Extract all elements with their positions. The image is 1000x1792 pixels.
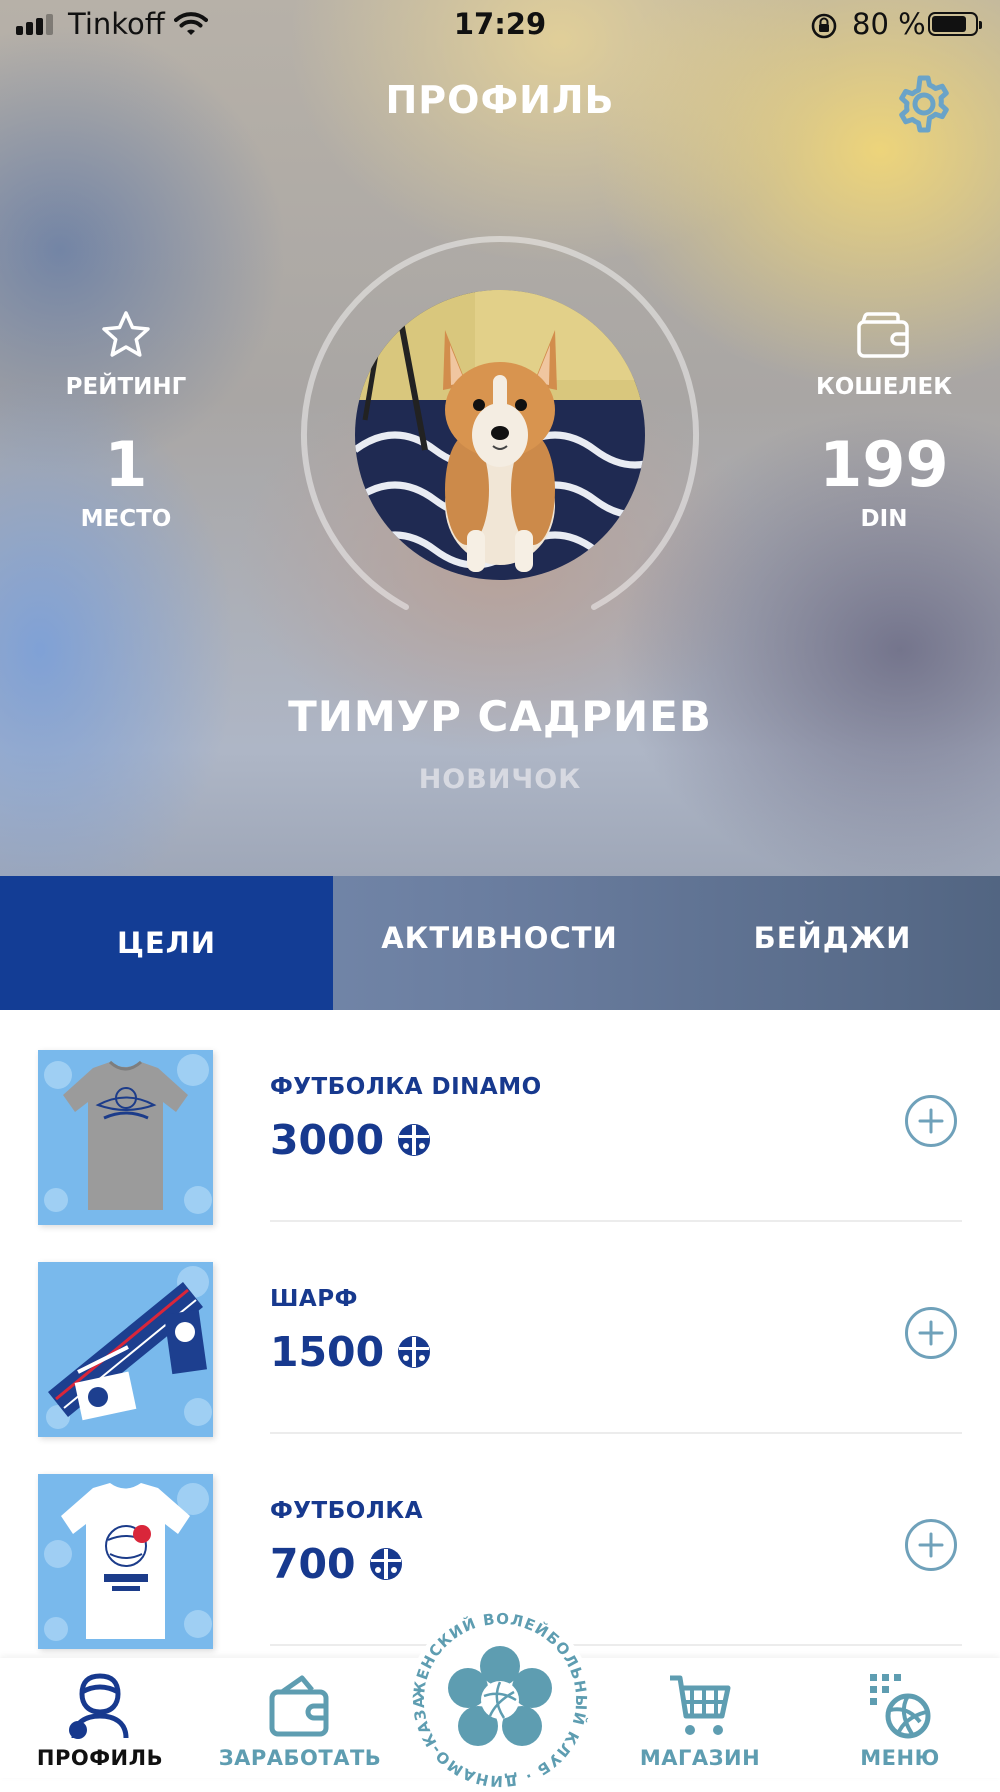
tab-goals[interactable]: ЦЕЛИ bbox=[0, 876, 333, 1010]
battery-fill bbox=[932, 16, 966, 32]
user-name: ТИМУР САДРИЕВ bbox=[288, 692, 712, 741]
clock: 17:29 bbox=[453, 7, 547, 41]
add-goal-button[interactable] bbox=[904, 1306, 958, 1360]
user-level: НОВИЧОК bbox=[418, 764, 582, 795]
goal-image-scarf bbox=[38, 1262, 213, 1437]
rating-unit: МЕСТО bbox=[80, 506, 172, 532]
din-coin-icon bbox=[398, 1336, 431, 1368]
profile-tabs: ЦЕЛИ АКТИВНОСТИ БЕЙДЖИ bbox=[0, 876, 1000, 1010]
goal-price-value: 3000 bbox=[270, 1116, 385, 1164]
nav-label: ЗАРАБОТАТЬ bbox=[218, 1746, 382, 1770]
rating-label: РЕЙТИНГ bbox=[65, 374, 187, 400]
add-goal-button[interactable] bbox=[904, 1518, 958, 1572]
wallet-block[interactable]: КОШЕЛЕК 199 DIN bbox=[774, 310, 994, 532]
goal-image-grey-tshirt bbox=[38, 1050, 213, 1225]
din-coin-icon bbox=[398, 1124, 431, 1156]
list-item[interactable]: ШАРФ 1500 bbox=[0, 1222, 1000, 1437]
goal-image-white-tshirt bbox=[38, 1474, 213, 1649]
avatar[interactable] bbox=[355, 290, 645, 580]
goal-title: ФУТБОЛКА bbox=[270, 1498, 424, 1524]
nav-label: ПРОФИЛЬ bbox=[36, 1746, 164, 1770]
rotation-lock-icon bbox=[811, 13, 837, 39]
wallet-value: 199 bbox=[819, 428, 949, 501]
goal-title: ФУТБОЛКА DINAMO bbox=[270, 1074, 542, 1100]
status-bar: Tinkoff 17:29 80 % bbox=[0, 0, 1000, 50]
din-coin-icon bbox=[369, 1548, 402, 1580]
club-logo[interactable]: ЖЕНСКИЙ ВОЛЕЙБОЛЬНЫЙ КЛУБ · ДИНАМО-КАЗАН… bbox=[408, 1608, 592, 1792]
menu-volleyball-icon bbox=[870, 1674, 931, 1739]
goal-price-value: 1500 bbox=[270, 1328, 385, 1376]
tab-activities[interactable]: АКТИВНОСТИ bbox=[333, 876, 666, 1000]
rating-block[interactable]: РЕЙТИНГ 1 МЕСТО bbox=[16, 310, 236, 532]
nav-label: МЕНЮ bbox=[860, 1746, 940, 1770]
nav-label: МАГАЗИН bbox=[639, 1746, 761, 1770]
goal-price: 3000 bbox=[270, 1116, 432, 1164]
battery-percent: 80 % bbox=[852, 7, 926, 41]
goal-price: 1500 bbox=[270, 1328, 432, 1376]
star-icon bbox=[102, 311, 150, 357]
rating-value: 1 bbox=[104, 428, 148, 501]
avatar-photo bbox=[355, 290, 645, 580]
cart-icon bbox=[670, 1675, 731, 1735]
divider bbox=[270, 1644, 962, 1646]
add-goal-button[interactable] bbox=[904, 1094, 958, 1148]
wallet-icon bbox=[857, 312, 909, 358]
goal-price-value: 700 bbox=[270, 1540, 356, 1588]
battery-icon bbox=[928, 12, 982, 36]
goal-title: ШАРФ bbox=[270, 1286, 358, 1312]
wallet-icon bbox=[269, 1675, 329, 1737]
tab-badges[interactable]: БЕЙДЖИ bbox=[666, 876, 999, 1000]
goal-price: 700 bbox=[270, 1540, 404, 1588]
profile-icon bbox=[69, 1673, 129, 1739]
wallet-unit: DIN bbox=[860, 506, 908, 532]
list-item[interactable]: ФУТБОЛКА DINAMO 3000 bbox=[0, 1010, 1000, 1225]
wallet-label: КОШЕЛЕК bbox=[815, 374, 953, 400]
page-title: ПРОФИЛЬ bbox=[385, 78, 615, 122]
gear-icon[interactable] bbox=[892, 72, 956, 136]
profile-hero: Tinkoff 17:29 80 % ПРОФИЛЬ РЕЙТИНГ 1 МЕС… bbox=[0, 0, 1000, 1000]
goals-list: ФУТБОЛКА DINAMO 3000 ШАРФ 1500 ФУТБОЛКА … bbox=[0, 1010, 1000, 1649]
